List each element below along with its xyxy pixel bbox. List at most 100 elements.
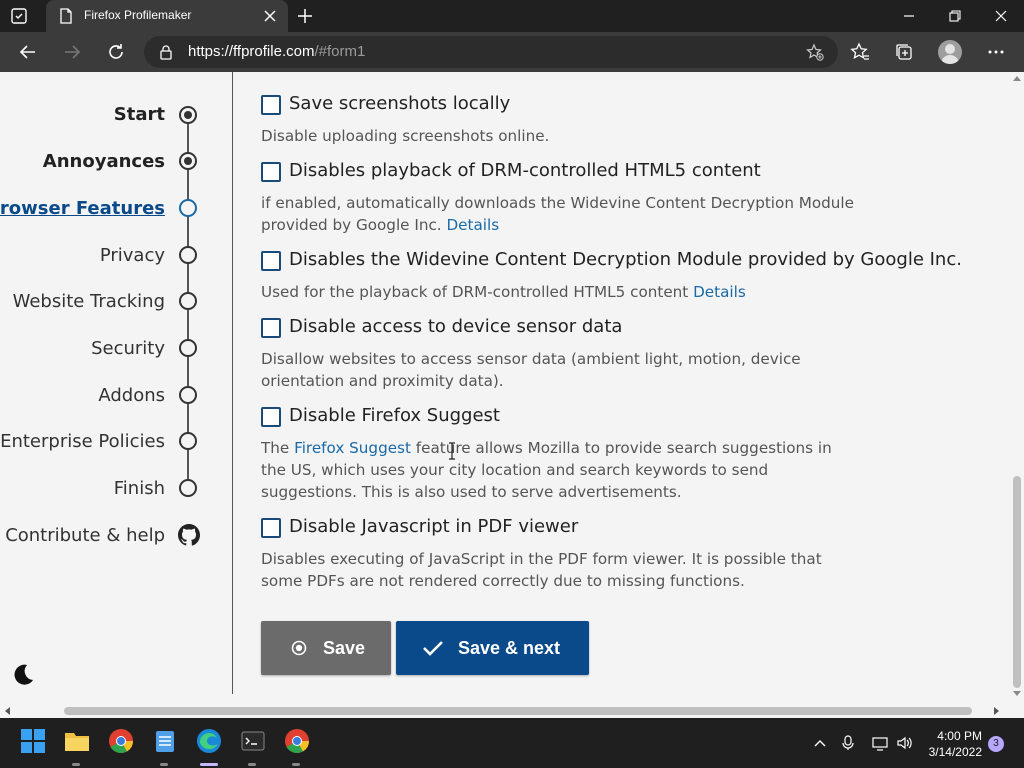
nav-item-security[interactable]: Security [91,338,165,359]
option-label: Save screenshots locally [289,93,511,114]
restore-button[interactable] [932,0,978,32]
option-description-text: Disable uploading screenshots online. [261,127,550,145]
checkbox-save-screenshots[interactable] [261,95,281,115]
sidebar-divider [232,72,233,694]
option-description: Disable uploading screenshots online. [261,125,861,147]
github-icon[interactable] [178,524,200,546]
save-button-label: Save [323,637,366,658]
network-icon[interactable] [872,735,888,751]
nav-item-enterprise-policies[interactable]: Enterprise Policies [0,431,165,452]
volume-icon[interactable] [896,735,912,751]
option-description: Disables executing of JavaScript in the … [261,548,861,592]
step-dot-enterprise-policies [179,432,197,450]
running-indicator [292,763,300,766]
save-and-next-button-label: Save & next [458,637,561,658]
checkbox-widevine[interactable] [261,251,281,271]
nav-item-browser-features[interactable]: Browser Features [0,198,165,219]
nav-item-contribute[interactable]: Contribute & help [5,525,165,546]
step-dot-website-tracking [179,292,197,310]
terminal-icon[interactable] [240,728,266,754]
nav-item-website-tracking[interactable]: Website Tracking [13,291,165,312]
horizontal-scroll-thumb[interactable] [64,707,972,715]
url-text: https://ffprofile.com/#form1 [188,43,365,60]
nav-item-annoyances[interactable]: Annoyances [43,151,165,172]
option-label: Disable Javascript in PDF viewer [289,516,579,537]
dark-mode-moon-icon[interactable] [10,662,36,688]
option-label: Disables the Widevine Content Decryption… [289,249,962,270]
more-options-icon[interactable] [986,42,1006,62]
microphone-icon[interactable] [840,735,856,751]
scroll-left-icon[interactable] [4,707,10,715]
option-label: Disable Firefox Suggest [289,405,500,426]
address-bar[interactable]: https://ffprofile.com/#form1 [144,36,838,68]
chrome-icon[interactable] [284,728,310,754]
step-dot-addons [179,386,197,404]
checkbox-drm-playback[interactable] [261,162,281,182]
step-dot-start [179,106,197,124]
clock-time: 4:00 PM [937,729,982,743]
option-description: Used for the playback of DRM-controlled … [261,281,961,303]
profile-avatar[interactable] [938,40,962,64]
checkbox-firefox-suggest[interactable] [261,407,281,427]
new-tab-icon[interactable] [296,7,314,25]
page-content: Start Annoyances Browser Features Privac… [0,72,1010,704]
minimize-icon [904,15,914,17]
details-link[interactable]: Details [446,216,499,234]
browser-tab[interactable]: Firefox Profilemaker [46,0,288,32]
notification-badge[interactable]: 3 [988,736,1004,752]
chrome-icon[interactable] [108,728,134,754]
back-icon[interactable] [18,42,38,62]
running-indicator [160,763,168,766]
system-clock[interactable]: 4:00 PM 3/14/2022 [922,728,982,760]
horizontal-scrollbar[interactable] [0,704,1010,718]
clock-date: 3/14/2022 [928,745,982,759]
option-description: Disallow websites to access sensor data … [261,348,801,392]
favorites-icon[interactable] [850,42,870,62]
scroll-down-icon[interactable] [1013,691,1021,697]
nav-item-addons[interactable]: Addons [98,385,165,406]
details-link[interactable]: Details [693,283,746,301]
forward-icon[interactable] [62,42,82,62]
option-description-text: Used for the playback of DRM-controlled … [261,283,689,301]
minimize-button[interactable] [886,0,932,32]
add-favorite-icon[interactable] [806,43,824,61]
option-description-text: The [261,439,290,457]
checkmark-icon [423,641,443,656]
nav-item-finish[interactable]: Finish [114,478,165,499]
option-description-text: if enabled, automatically downloads the … [261,194,854,234]
option-description-text: Disables executing of JavaScript in the … [261,550,822,590]
save-and-next-button[interactable]: Save & next [396,621,589,675]
person-icon [941,44,959,64]
vertical-scroll-thumb[interactable] [1013,476,1021,688]
close-window-button[interactable] [978,0,1024,32]
windows-start-icon[interactable] [20,728,46,754]
url-host: https://ffprofile.com [188,43,315,60]
tab-actions-icon[interactable] [10,7,28,25]
firefox-suggest-link[interactable]: Firefox Suggest [294,439,411,457]
edge-icon[interactable] [196,728,222,754]
running-indicator [72,763,80,766]
close-tab-icon[interactable] [262,8,278,24]
notepad-icon[interactable] [152,728,178,754]
save-button[interactable]: Save [261,621,391,675]
nav-item-start[interactable]: Start [114,104,165,125]
nav-item-privacy[interactable]: Privacy [100,245,165,266]
text-cursor-icon [449,442,455,460]
option-description-text: Disallow websites to access sensor data … [261,350,801,390]
checkbox-pdf-javascript[interactable] [261,518,281,538]
lock-icon[interactable] [158,44,174,60]
step-dot-security [179,339,197,357]
taskbar: 4:00 PM 3/14/2022 3 [0,718,1024,768]
tab-title: Firefox Profilemaker [84,8,192,22]
refresh-icon[interactable] [106,42,126,62]
collections-icon[interactable] [894,42,914,62]
browser-toolbar: https://ffprofile.com/#form1 [0,32,1024,72]
scroll-up-icon[interactable] [1013,75,1021,81]
restore-icon [949,10,961,22]
file-explorer-icon[interactable] [64,728,90,754]
chevron-up-icon[interactable] [812,735,828,751]
scroll-right-icon[interactable] [994,707,1000,715]
vertical-scrollbar[interactable] [1010,72,1024,704]
active-app-indicator [200,763,218,766]
checkbox-sensor-data[interactable] [261,318,281,338]
